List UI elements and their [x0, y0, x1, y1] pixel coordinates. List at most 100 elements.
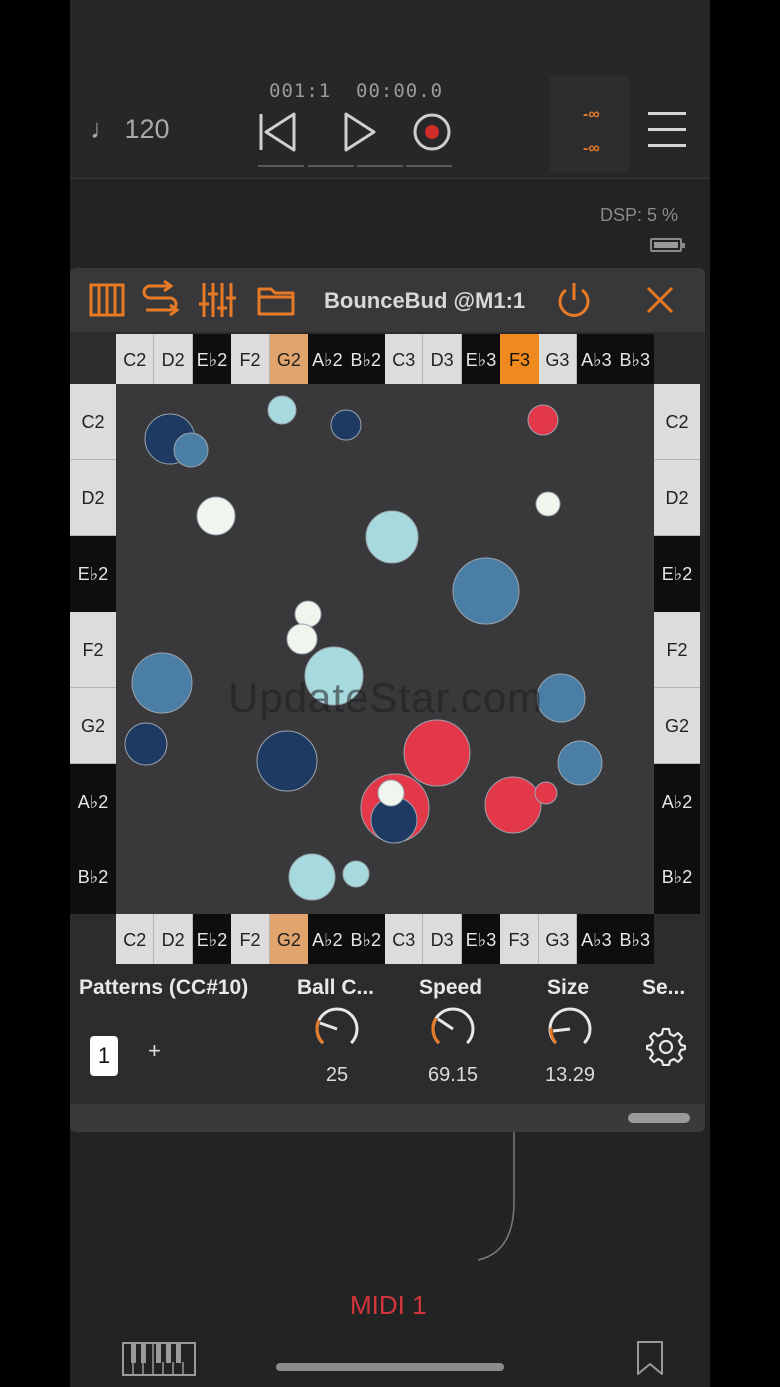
ball — [452, 557, 520, 625]
patterns-label: Patterns (CC#10) — [79, 976, 249, 999]
bookmark-icon[interactable] — [636, 1340, 664, 1376]
close-icon[interactable] — [640, 280, 680, 320]
ball — [365, 510, 419, 564]
top-key[interactable]: G3 — [538, 334, 578, 384]
top-key[interactable]: B♭3 — [615, 334, 654, 384]
ball — [256, 730, 318, 792]
bottom-key[interactable]: D3 — [423, 914, 462, 964]
ball — [288, 853, 336, 901]
ball — [173, 432, 209, 468]
top-key[interactable]: A♭2 — [308, 334, 347, 384]
bottom-key[interactable]: C3 — [385, 914, 424, 964]
top-key[interactable]: D2 — [154, 334, 193, 384]
pattern-1-button[interactable]: 1 — [90, 1036, 118, 1076]
left-key[interactable]: D2 — [70, 460, 116, 536]
left-key[interactable]: G2 — [70, 688, 116, 764]
ball — [557, 740, 603, 786]
top-key[interactable]: B♭2 — [346, 334, 385, 384]
ball-field[interactable]: UpdateStar.com — [116, 384, 654, 914]
resize-handle[interactable] — [628, 1113, 690, 1123]
ball-count-label: Ball C... — [297, 976, 375, 999]
top-key[interactable]: E♭2 — [192, 334, 232, 384]
power-icon[interactable] — [554, 280, 594, 320]
right-key[interactable]: C2 — [654, 384, 700, 460]
transport-bar: ♩ 120 001:1 00:00.0 -∞ -∞ — [70, 0, 710, 179]
bottom-key[interactable]: F2 — [231, 914, 270, 964]
left-key[interactable]: E♭2 — [70, 536, 116, 612]
routing-icon[interactable] — [140, 280, 180, 320]
bottom-key[interactable]: A♭3 — [577, 914, 616, 964]
battery-icon — [650, 238, 685, 252]
ball — [286, 623, 318, 655]
record-button[interactable] — [408, 108, 456, 156]
top-key[interactable]: G2 — [269, 334, 309, 384]
top-key[interactable]: E♭3 — [461, 334, 501, 384]
transport-divider — [308, 165, 354, 167]
watermark: UpdateStar.com — [228, 674, 544, 721]
gear-icon[interactable] — [646, 1026, 686, 1066]
right-key[interactable]: E♭2 — [654, 536, 700, 612]
bottom-key[interactable]: A♭2 — [308, 914, 347, 964]
right-key[interactable]: D2 — [654, 460, 700, 536]
plugin-title: BounceBud @M1:1 — [324, 288, 526, 313]
ball — [342, 860, 370, 888]
ball — [484, 776, 542, 834]
right-key[interactable]: F2 — [654, 612, 700, 688]
size-label: Size — [547, 976, 590, 999]
rewind-button[interactable] — [254, 108, 302, 156]
ball — [294, 600, 322, 628]
top-key[interactable]: F2 — [231, 334, 270, 384]
bottom-key[interactable]: F3 — [500, 914, 539, 964]
host-app: ♩ 120 001:1 00:00.0 -∞ -∞ DSP: 5 % Bounc… — [70, 0, 710, 1387]
keyboard-icon[interactable] — [122, 1342, 196, 1376]
speed-value: 69.15 — [427, 1064, 479, 1086]
play-button[interactable] — [336, 108, 384, 156]
left-key[interactable]: A♭2 — [70, 764, 116, 840]
left-key-column: C2 D2 E♭2 F2 G2 A♭2 B♭2 — [70, 384, 116, 914]
right-key[interactable]: A♭2 — [654, 764, 700, 840]
left-key[interactable]: C2 — [70, 384, 116, 460]
ball — [403, 719, 471, 787]
plugin-window: BounceBud @M1:1 C2 D2 E♭2 F2 G2 A♭2 B♭2 C3 D3 E♭3… — [70, 268, 705, 1132]
top-key[interactable]: C2 — [116, 334, 155, 384]
ball — [527, 404, 559, 436]
bottom-key[interactable]: B♭2 — [346, 914, 385, 964]
bottom-key[interactable]: G3 — [538, 914, 578, 964]
ball — [196, 496, 236, 536]
size-value: 13.29 — [544, 1064, 596, 1086]
mixer-sliders-icon[interactable] — [198, 280, 238, 320]
bottom-key[interactable]: B♭3 — [615, 914, 654, 964]
plugin-toolbar: BounceBud @M1:1 — [70, 268, 705, 332]
bottom-key[interactable]: E♭3 — [461, 914, 501, 964]
piano-icon[interactable] — [88, 280, 128, 320]
home-indicator[interactable] — [276, 1363, 504, 1371]
hamburger-menu-icon[interactable] — [648, 110, 688, 150]
right-key-column: C2 D2 E♭2 F2 G2 A♭2 B♭2 — [654, 384, 700, 914]
add-pattern-button[interactable]: + — [148, 1038, 161, 1064]
transport-divider — [258, 165, 304, 167]
ball — [536, 673, 586, 723]
top-key[interactable]: F3 — [500, 334, 539, 384]
track-name[interactable]: MIDI 1 — [350, 1290, 427, 1321]
top-key[interactable]: C3 — [385, 334, 424, 384]
speed-label: Speed — [419, 976, 483, 999]
meter-right-value: -∞ — [583, 140, 600, 157]
bottom-key[interactable]: G2 — [269, 914, 309, 964]
right-key[interactable]: G2 — [654, 688, 700, 764]
top-key-row: C2 D2 E♭2 F2 G2 A♭2 B♭2 C3 D3 E♭3 F3 G3 A♭3 B♭3 — [116, 334, 654, 384]
folder-icon[interactable] — [256, 280, 296, 320]
bottom-key[interactable]: E♭2 — [192, 914, 232, 964]
size-knob[interactable] — [547, 1006, 593, 1052]
ball-count-knob[interactable] — [314, 1006, 360, 1052]
bottom-key[interactable]: C2 — [116, 914, 155, 964]
right-key[interactable]: B♭2 — [654, 840, 700, 914]
tempo-display[interactable]: ♩ 120 — [90, 114, 170, 145]
top-key[interactable]: A♭3 — [577, 334, 616, 384]
left-key[interactable]: F2 — [70, 612, 116, 688]
top-key[interactable]: D3 — [423, 334, 462, 384]
controls-panel: Patterns (CC#10) 1 + Ball C... 25 Speed … — [70, 964, 705, 1104]
speed-knob[interactable] — [430, 1006, 476, 1052]
left-key[interactable]: B♭2 — [70, 840, 116, 914]
level-meter[interactable]: -∞ -∞ — [550, 76, 630, 172]
bottom-key[interactable]: D2 — [154, 914, 193, 964]
